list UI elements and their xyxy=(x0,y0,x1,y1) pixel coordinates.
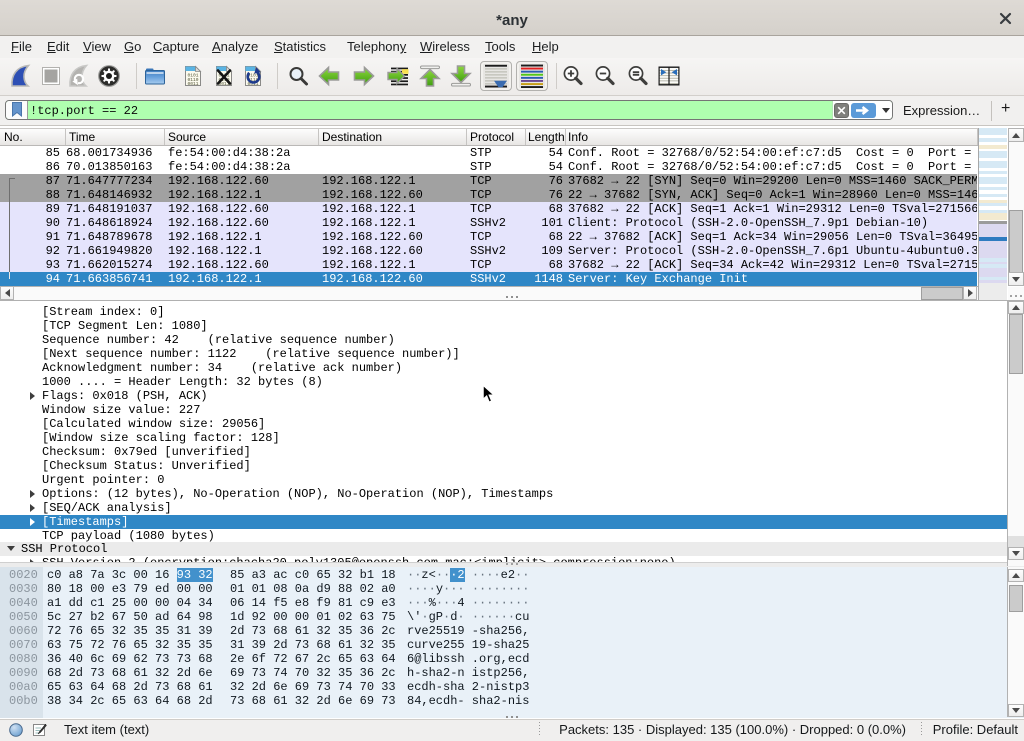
svg-text:0011: 0011 xyxy=(188,81,199,87)
